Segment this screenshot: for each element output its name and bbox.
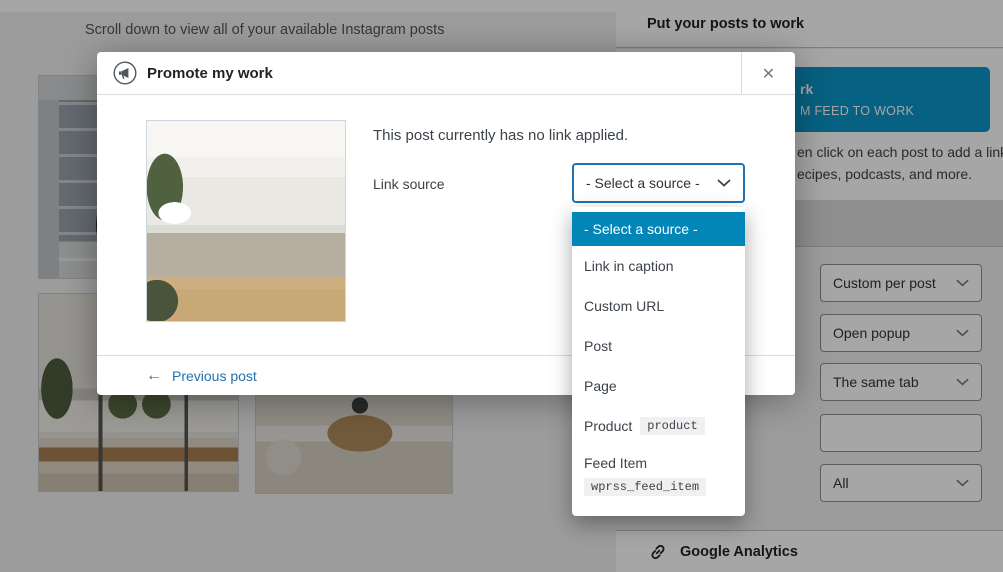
dropdown-option-page[interactable]: Page <box>572 366 745 406</box>
dropdown-option-link-in-caption[interactable]: Link in caption <box>572 246 745 286</box>
link-source-dropdown-menu: - Select a source - Link in caption Cust… <box>572 207 745 516</box>
dropdown-option-custom-url[interactable]: Custom URL <box>572 286 745 326</box>
dropdown-option-feed-item[interactable]: Feed Item wprss_feed_item <box>572 446 745 504</box>
option-label: Feed Item <box>584 454 648 471</box>
select-value: - Select a source - <box>586 175 700 191</box>
dropdown-option-post[interactable]: Post <box>572 326 745 366</box>
previous-post-link[interactable]: ← Previous post <box>146 367 257 385</box>
left-arrow-icon: ← <box>146 366 162 384</box>
post-link-status-text: This post currently has no link applied. <box>373 127 629 144</box>
close-icon[interactable]: ✕ <box>741 52 795 95</box>
post-type-badge: wprss_feed_item <box>584 477 707 496</box>
link-source-select[interactable]: - Select a source - <box>572 163 745 203</box>
modal-header: Promote my work ✕ <box>97 52 795 95</box>
post-preview-image <box>146 120 346 322</box>
option-label: Product <box>584 418 633 434</box>
dropdown-option-product[interactable]: Product product <box>572 406 745 446</box>
link-source-label: Link source <box>373 176 445 192</box>
previous-post-label: Previous post <box>172 367 257 384</box>
chevron-down-icon <box>717 179 731 187</box>
app-screen: Scroll down to view all of your availabl… <box>0 0 1003 572</box>
modal-title: Promote my work <box>147 64 273 82</box>
post-type-badge: product <box>640 417 705 435</box>
dropdown-option-select-a-source[interactable]: - Select a source - <box>572 212 745 246</box>
megaphone-icon <box>113 61 137 85</box>
